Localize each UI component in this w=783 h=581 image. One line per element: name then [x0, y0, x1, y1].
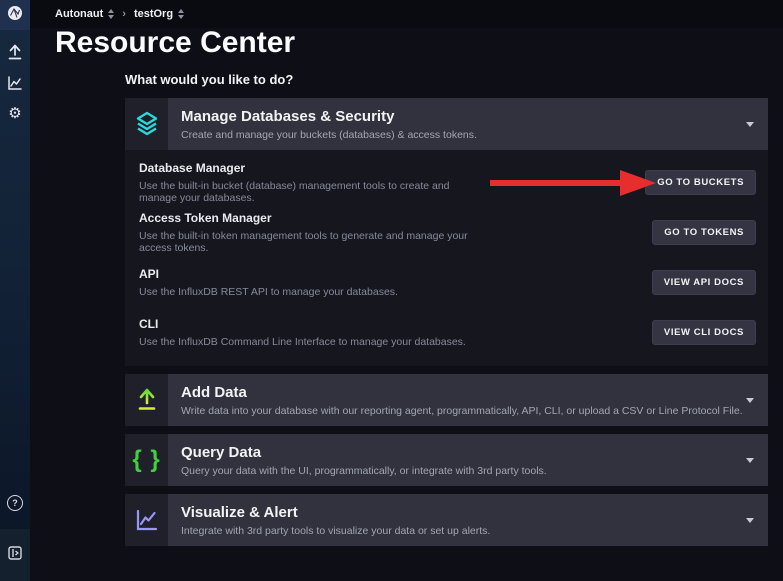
- upload-data-icon: [125, 374, 168, 426]
- braces-icon: { }: [125, 434, 168, 486]
- sidebar-expand-button[interactable]: [0, 529, 30, 581]
- section-description: Query your data with the UI, programmati…: [181, 465, 547, 477]
- breadcrumb-separator-icon: ›: [122, 8, 126, 20]
- item-description: Use the built-in bucket (database) manag…: [139, 180, 465, 204]
- section-visualize-alert: Visualize & Alert Integrate with 3rd par…: [125, 494, 768, 546]
- help-icon: ?: [7, 495, 23, 511]
- item-description: Use the built-in token management tools …: [139, 230, 472, 254]
- section-body-manage-databases: Database Manager Use the built-in bucket…: [125, 150, 768, 366]
- sidebar-item-data-explorer[interactable]: [0, 72, 30, 98]
- view-cli-docs-button[interactable]: VIEW CLI DOCS: [652, 320, 756, 345]
- section-title: Manage Databases & Security: [181, 108, 477, 125]
- section-title: Add Data: [181, 384, 743, 401]
- item-title: CLI: [139, 317, 472, 331]
- breadcrumb: Autonaut › testOrg: [30, 0, 783, 28]
- layers-icon: [125, 98, 168, 150]
- item-text: API Use the InfluxDB REST API to manage …: [139, 267, 652, 298]
- resource-item-access-token-manager: Access Token Manager Use the built-in to…: [125, 207, 768, 257]
- item-text: Access Token Manager Use the built-in to…: [139, 211, 652, 254]
- chevron-down-icon[interactable]: [746, 398, 754, 403]
- app-root: ⚙ ? Autonaut › testOrg Resource C: [0, 0, 783, 581]
- breadcrumb-org-dropdown[interactable]: testOrg: [134, 8, 184, 20]
- sidebar-item-help[interactable]: ?: [0, 490, 30, 516]
- resource-item-database-manager: Database Manager Use the built-in bucket…: [125, 157, 768, 207]
- page-title: Resource Center: [55, 26, 295, 60]
- section-title: Query Data: [181, 444, 547, 461]
- chevron-down-icon[interactable]: [746, 458, 754, 463]
- item-title: Access Token Manager: [139, 211, 472, 225]
- item-text: Database Manager Use the built-in bucket…: [139, 161, 645, 204]
- item-title: API: [139, 267, 472, 281]
- resource-item-api: API Use the InfluxDB REST API to manage …: [125, 257, 768, 307]
- section-header-text: Add Data Write data into your database w…: [168, 374, 743, 426]
- section-title: Visualize & Alert: [181, 504, 490, 521]
- section-description: Write data into your database with our r…: [181, 405, 743, 417]
- chevron-down-icon[interactable]: [746, 122, 754, 127]
- chevron-updown-icon: [108, 9, 114, 19]
- page-subtitle: What would you like to do?: [125, 72, 293, 87]
- chevron-updown-icon: [178, 9, 184, 19]
- section-header-manage-databases[interactable]: Manage Databases & Security Create and m…: [125, 98, 768, 150]
- view-api-docs-button[interactable]: VIEW API DOCS: [652, 270, 756, 295]
- section-header-visualize-alert[interactable]: Visualize & Alert Integrate with 3rd par…: [125, 494, 768, 546]
- upload-icon: [7, 44, 23, 66]
- resource-item-cli: CLI Use the InfluxDB Command Line Interf…: [125, 307, 768, 357]
- section-header-text: Manage Databases & Security Create and m…: [168, 98, 477, 150]
- sidebar: ⚙ ?: [0, 0, 30, 581]
- go-to-tokens-button[interactable]: GO TO TOKENS: [652, 220, 756, 245]
- influxdb-logo[interactable]: [0, 0, 30, 30]
- breadcrumb-org-label: testOrg: [134, 8, 173, 20]
- influxdb-logo-icon: [7, 5, 23, 26]
- section-description: Integrate with 3rd party tools to visual…: [181, 525, 490, 537]
- breadcrumb-account-label: Autonaut: [55, 8, 103, 20]
- sidebar-item-settings[interactable]: ⚙: [0, 100, 30, 126]
- breadcrumb-account-dropdown[interactable]: Autonaut: [55, 8, 114, 20]
- expand-panel-icon: [8, 546, 22, 565]
- resource-sections: Manage Databases & Security Create and m…: [125, 98, 768, 554]
- go-to-buckets-button[interactable]: GO TO BUCKETS: [645, 170, 756, 195]
- section-header-add-data[interactable]: Add Data Write data into your database w…: [125, 374, 768, 426]
- gear-icon: ⚙: [8, 106, 21, 121]
- item-text: CLI Use the InfluxDB Command Line Interf…: [139, 317, 652, 348]
- graph-icon: [7, 75, 23, 96]
- section-description: Create and manage your buckets (database…: [181, 129, 477, 141]
- section-header-query-data[interactable]: { } Query Data Query your data with the …: [125, 434, 768, 486]
- sidebar-item-load-data[interactable]: [0, 42, 30, 68]
- item-description: Use the InfluxDB REST API to manage your…: [139, 286, 472, 298]
- item-title: Database Manager: [139, 161, 465, 175]
- chevron-down-icon[interactable]: [746, 518, 754, 523]
- section-query-data: { } Query Data Query your data with the …: [125, 434, 768, 486]
- line-chart-icon: [125, 494, 168, 546]
- section-add-data: Add Data Write data into your database w…: [125, 374, 768, 426]
- section-header-text: Visualize & Alert Integrate with 3rd par…: [168, 494, 490, 546]
- section-header-text: Query Data Query your data with the UI, …: [168, 434, 547, 486]
- item-description: Use the InfluxDB Command Line Interface …: [139, 336, 472, 348]
- section-manage-databases: Manage Databases & Security Create and m…: [125, 98, 768, 366]
